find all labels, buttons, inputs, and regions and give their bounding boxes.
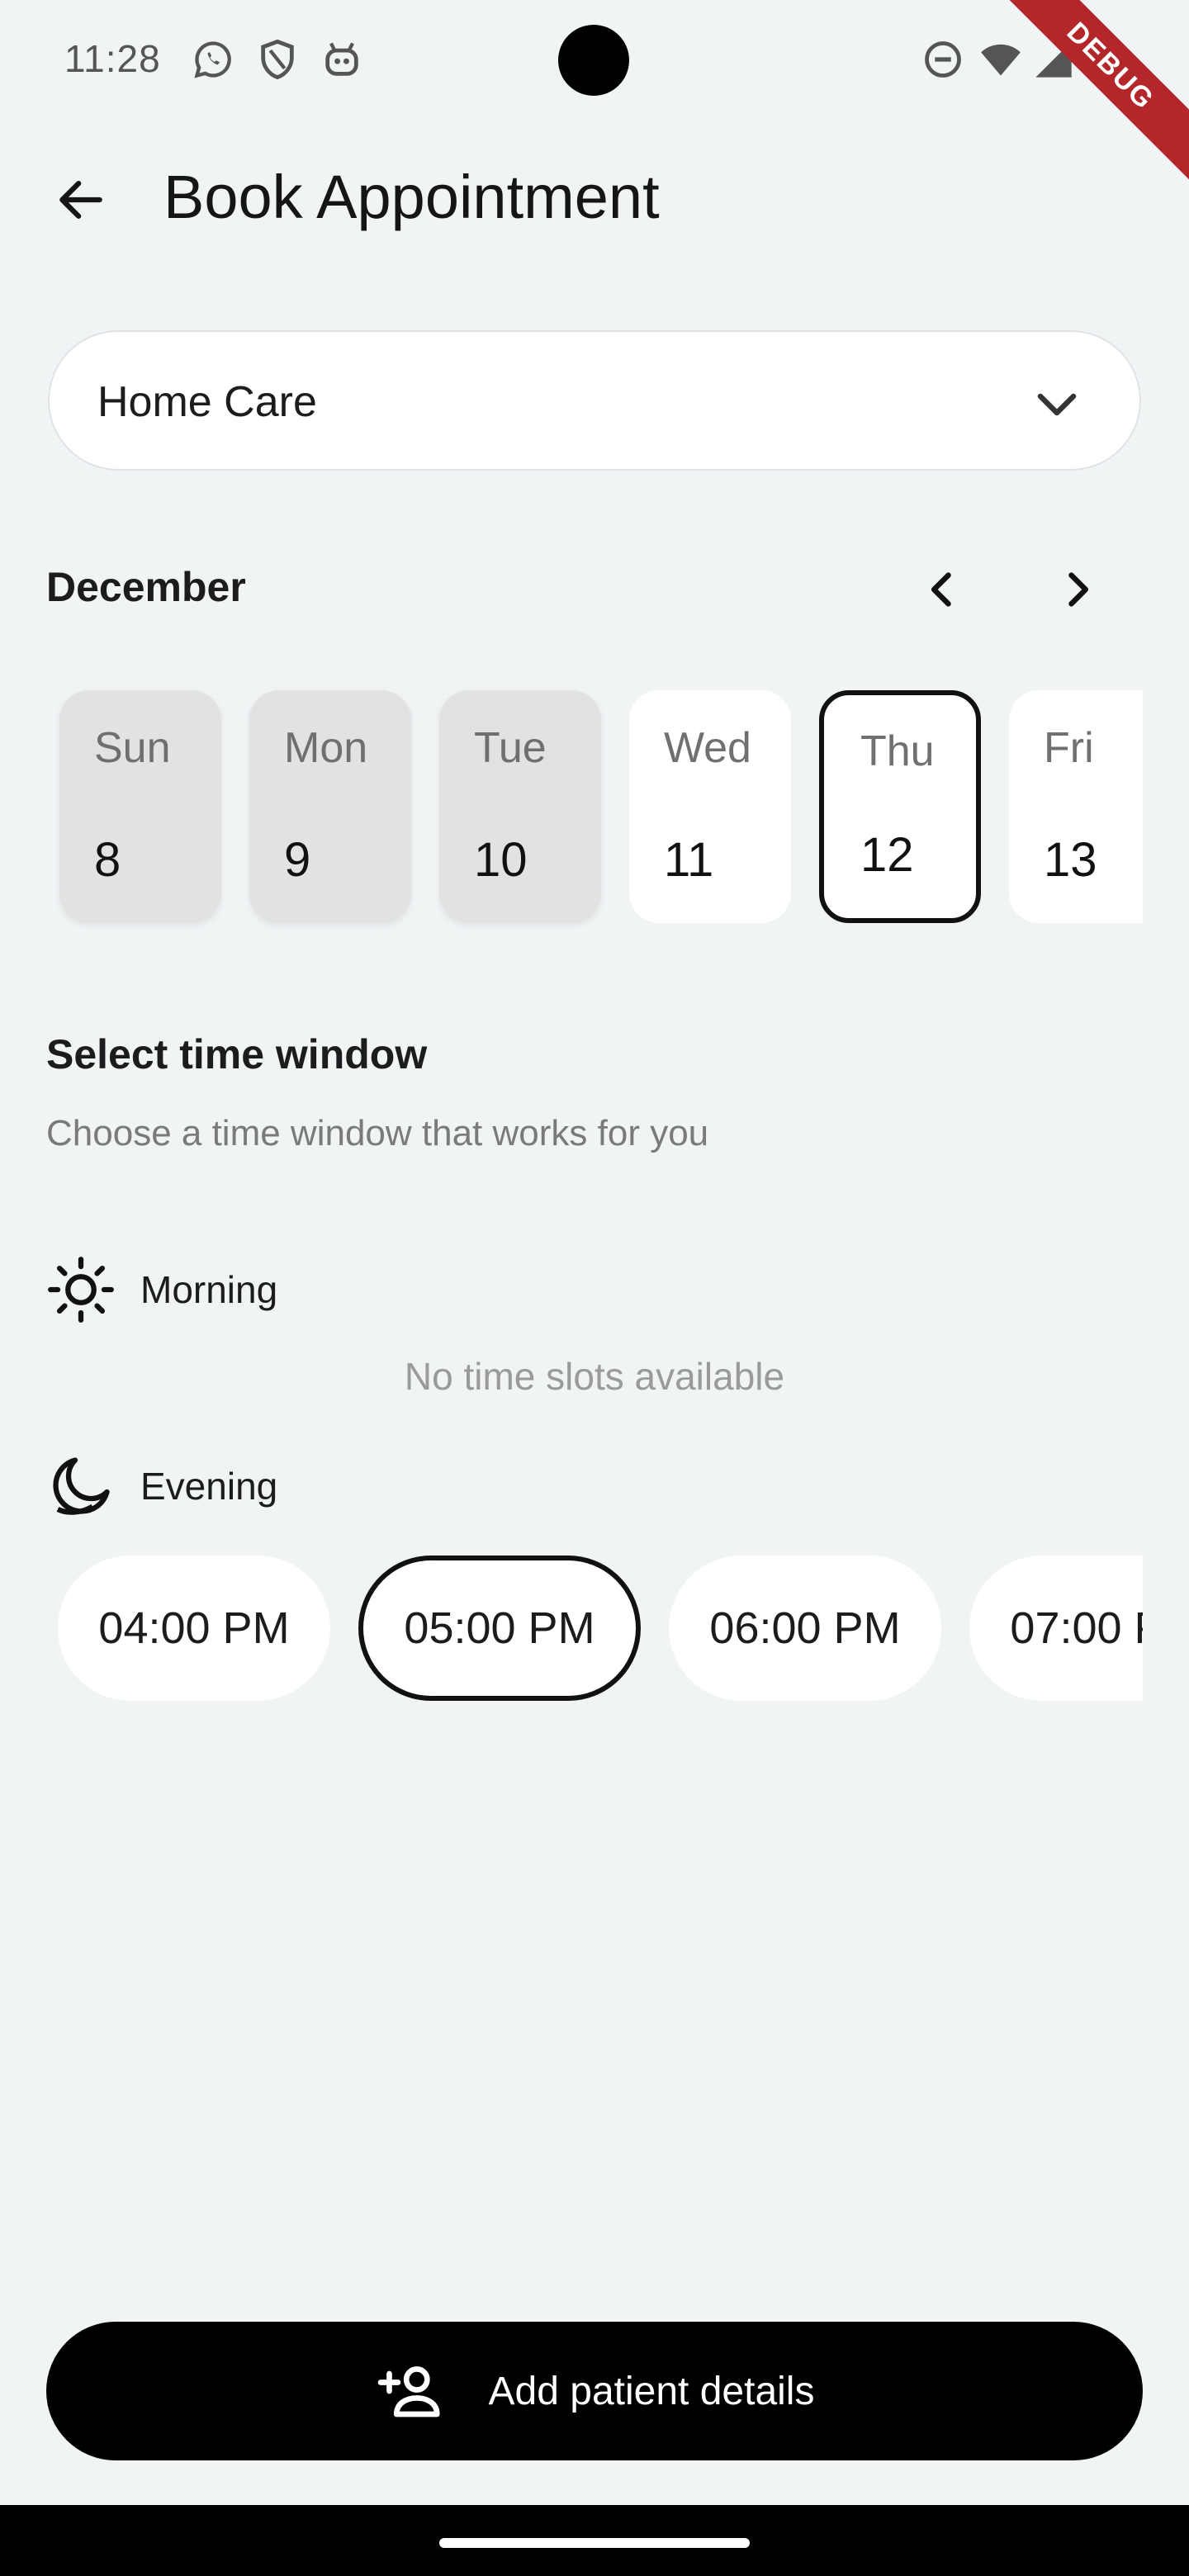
morning-section-header: Morning [46,1257,277,1323]
arrow-back-icon [59,181,102,219]
date-day-of-week: Mon [284,724,368,772]
date-card-sun-8: Sun 8 [59,690,221,923]
sun-icon [48,1257,114,1323]
date-day-number: 12 [860,828,914,882]
time-slot-0400pm[interactable]: 04:00 PM [58,1556,330,1701]
time-window-title: Select time window [46,1031,428,1077]
date-day-number: 13 [1044,833,1097,887]
service-dropdown[interactable]: Home Care [48,330,1141,471]
home-gesture-handle[interactable] [439,2538,750,2548]
chevron-left-icon [931,572,951,607]
add-person-icon [377,2366,440,2417]
evening-label: Evening [140,1465,278,1508]
date-day-number: 8 [94,833,121,887]
evening-slot-strip[interactable]: 04:00 PM 05:00 PM 06:00 PM 07:00 PM [48,1549,1143,1706]
page-title: Book Appointment [163,163,660,231]
date-card-mon-9: Mon 9 [249,690,411,923]
add-patient-details-label: Add patient details [488,2369,815,2413]
date-card-wed-11[interactable]: Wed 11 [629,690,791,923]
date-card-fri-13[interactable]: Fri 13 [1009,690,1143,923]
dnd-icon [925,41,961,78]
date-strip[interactable]: Sun 8 Mon 9 Tue 10 Wed 11 Thu 12 Fri 13 [48,685,1143,933]
debug-ribbon: DEBUG [997,0,1189,180]
morning-label: Morning [140,1268,278,1311]
previous-week-button[interactable] [908,555,978,624]
date-day-of-week: Thu [860,727,935,775]
status-time: 11:28 [64,37,161,80]
time-slot-0700pm[interactable]: 07:00 PM [969,1556,1143,1701]
date-card-thu-12[interactable]: Thu 12 [819,690,981,923]
system-nav-bar [0,2505,1189,2576]
moon-icon [53,1457,110,1515]
time-slot-0500pm[interactable]: 05:00 PM [358,1556,641,1701]
next-week-button[interactable] [1042,555,1111,624]
back-button[interactable] [46,165,116,234]
date-day-of-week: Tue [474,724,547,772]
date-day-of-week: Wed [664,724,751,772]
front-camera [558,25,629,96]
shield-icon [261,39,294,80]
screen: 11:28 DEBUG Book Appointment Home Care D… [0,0,1189,2576]
add-patient-details-button[interactable]: Add patient details [46,2322,1143,2460]
status-bar: 11:28 DEBUG [0,0,1189,180]
date-day-number: 10 [474,833,528,887]
chevron-right-icon [1068,572,1089,607]
date-card-tue-10: Tue 10 [439,690,601,923]
date-day-of-week: Fri [1044,724,1094,772]
wifi-icon [981,44,1021,76]
morning-empty-message: No time slots available [404,1355,785,1398]
date-day-number: 11 [664,833,714,887]
bot-icon [325,42,358,76]
time-window-subtitle: Choose a time window that works for you [46,1113,709,1153]
time-slot-0600pm[interactable]: 06:00 PM [669,1556,941,1701]
chevron-down-icon [1037,393,1077,416]
service-dropdown-value: Home Care [97,378,317,426]
whatsapp-icon [194,41,231,78]
date-day-of-week: Sun [94,724,171,772]
month-label: December [46,564,246,610]
date-day-number: 9 [284,833,311,887]
evening-section-header: Evening [46,1453,277,1519]
